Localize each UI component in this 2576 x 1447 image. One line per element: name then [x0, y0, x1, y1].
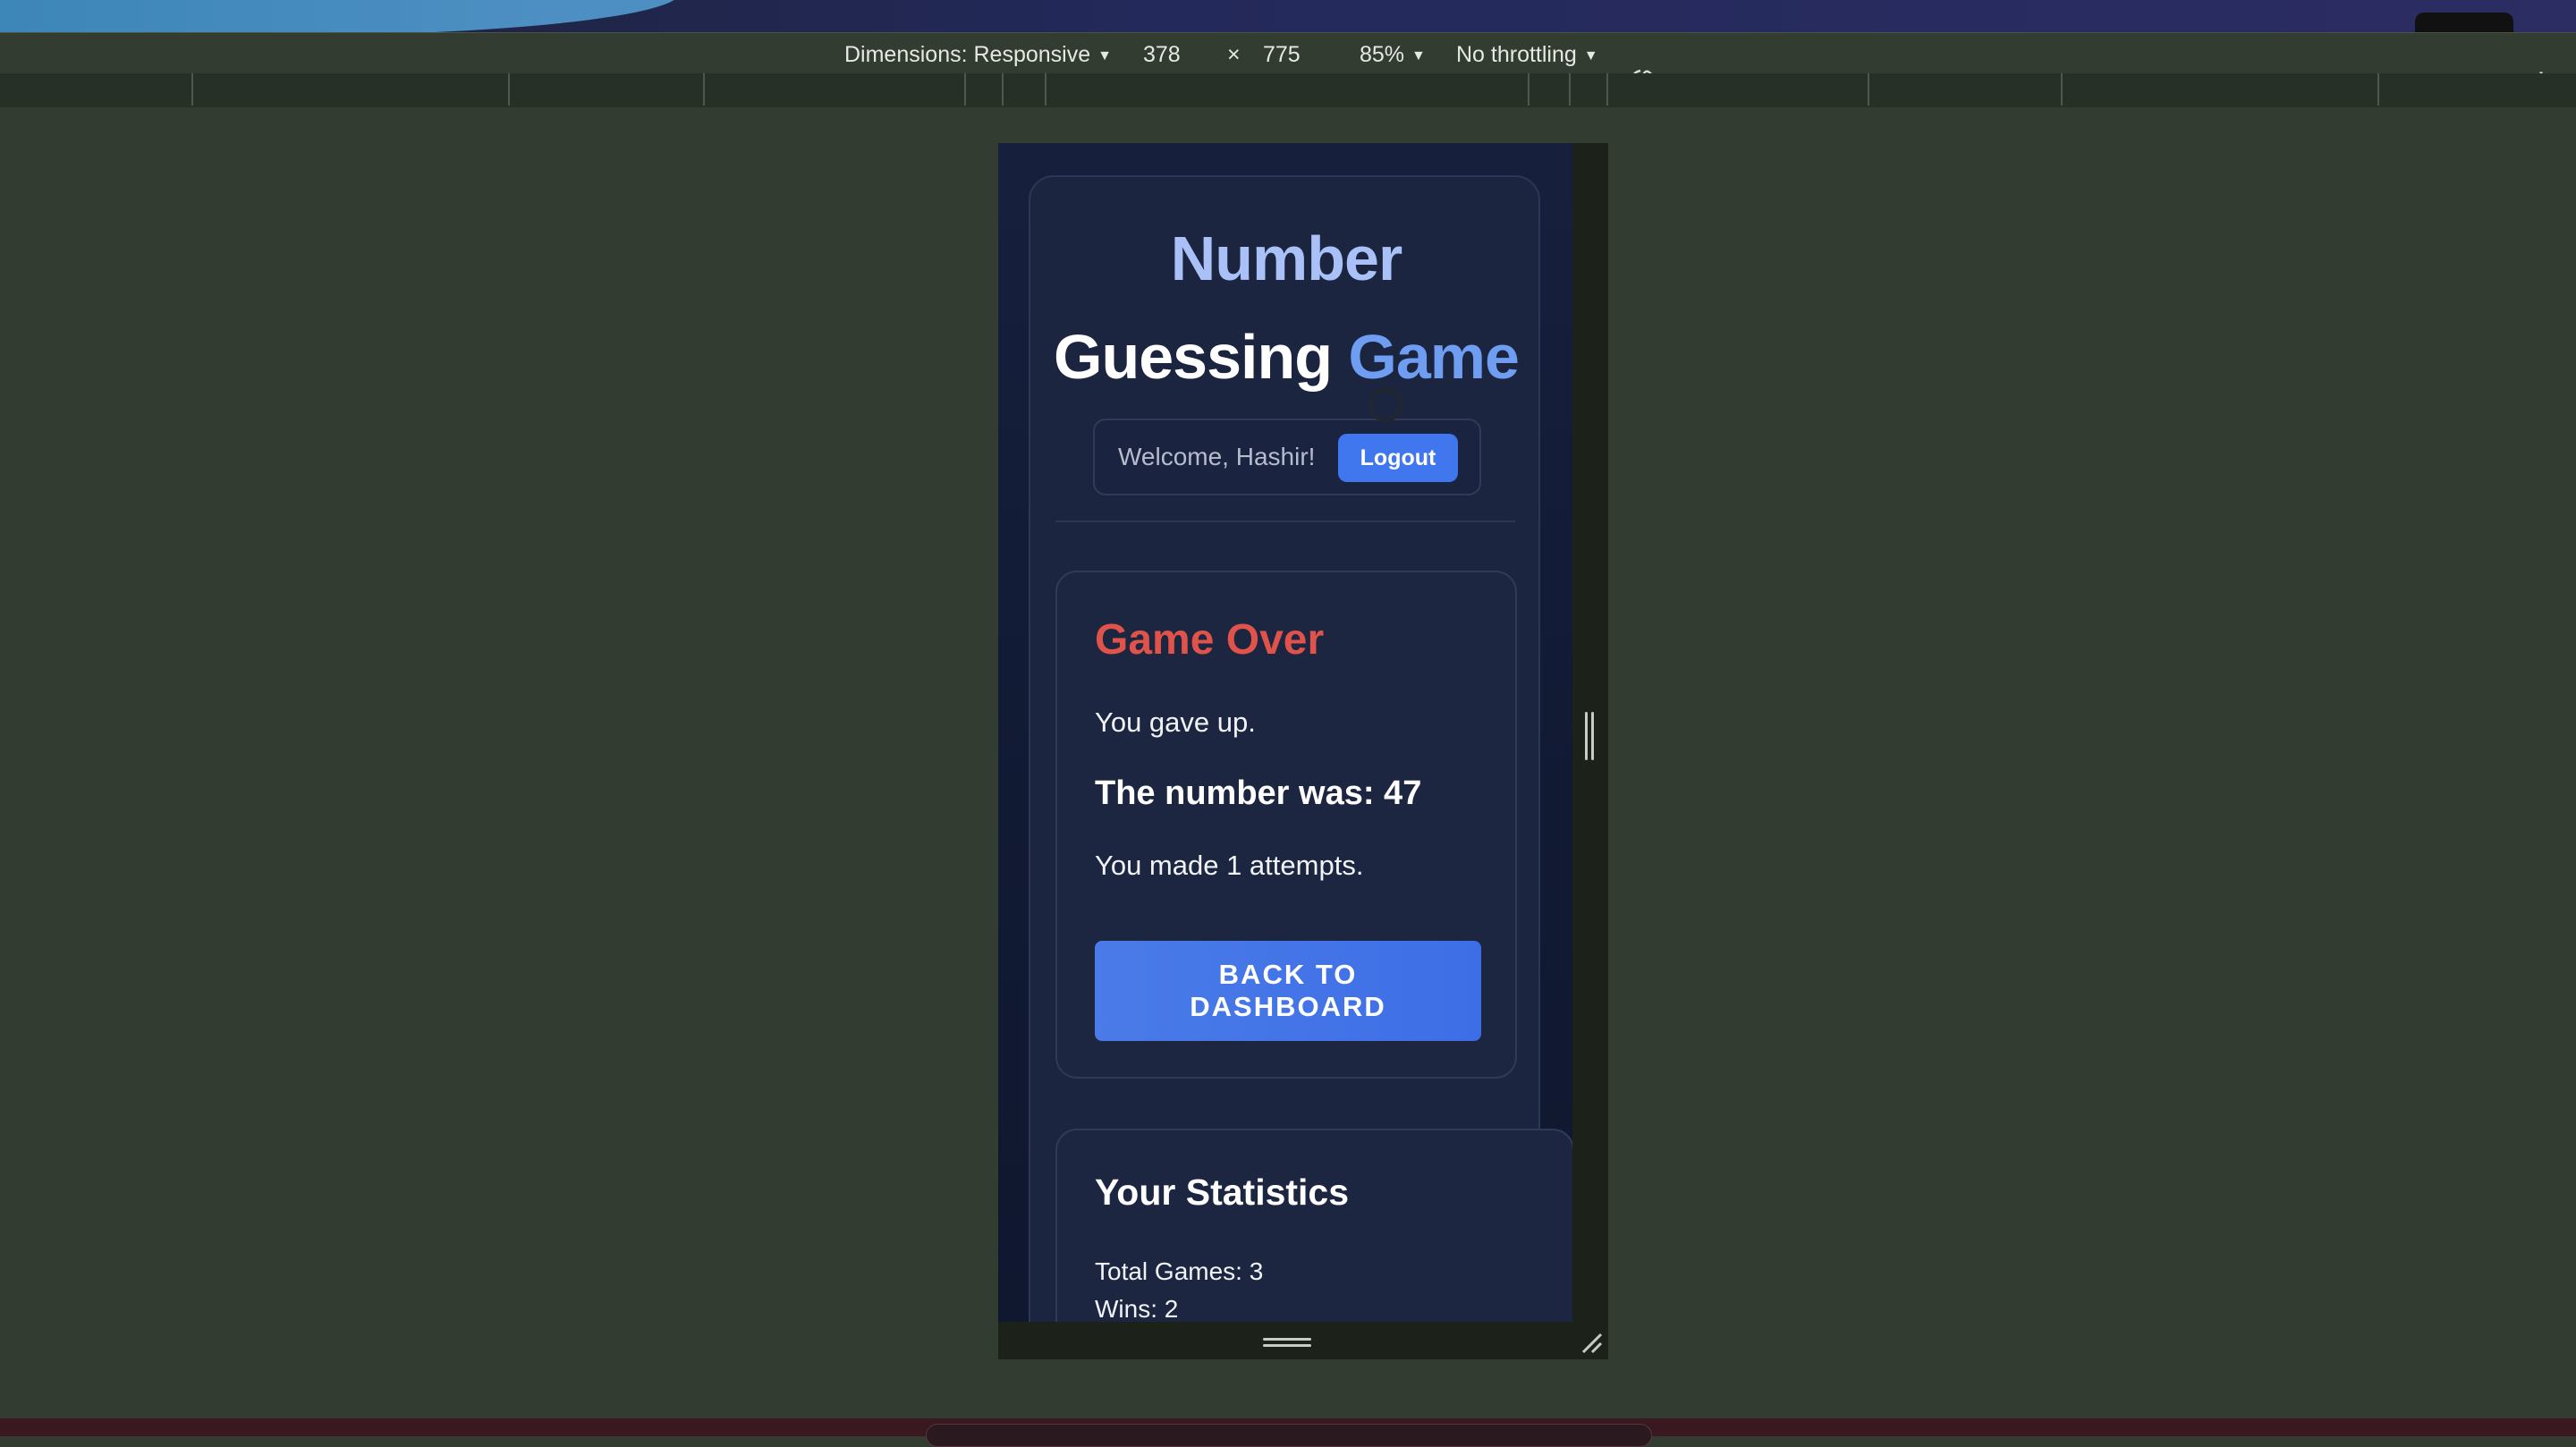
desktop-wallpaper	[0, 0, 680, 36]
ruler-tick	[1569, 73, 1571, 106]
chevron-down-icon: ▼	[1097, 48, 1112, 63]
statistics-panel: Your Statistics Total Games: 3 Wins: 2	[1055, 1129, 1572, 1322]
page-title: Number Guessing Game	[1030, 209, 1542, 406]
dimensions-label: Dimensions: Responsive	[844, 42, 1091, 67]
throttling-dropdown[interactable]: No throttling ▼	[1456, 37, 1598, 72]
ruler-tick	[2061, 73, 2063, 106]
ruler-tick	[1045, 73, 1046, 106]
game-over-heading: Game Over	[1095, 616, 1325, 664]
title-word-game: Game	[1348, 322, 1520, 392]
dimensions-dropdown[interactable]: Dimensions: Responsive ▼	[844, 37, 1112, 72]
secret-number-text: The number was: 47	[1095, 774, 1422, 812]
resize-handle-bottom[interactable]	[1263, 1338, 1311, 1350]
dock	[926, 1424, 1652, 1447]
statistics-heading: Your Statistics	[1095, 1172, 1350, 1213]
zoom-dropdown[interactable]: 85% ▼	[1360, 37, 1426, 72]
device-toolbar: Dimensions: Responsive ▼ 378 × 775 85% ▼ N…	[0, 32, 2576, 97]
welcome-text: Welcome, Hashir!	[1118, 443, 1316, 470]
user-info-box: Welcome, Hashir! Logout	[1093, 419, 1481, 495]
width-input[interactable]: 378	[1143, 37, 1181, 72]
ruler-tick	[1868, 73, 1869, 106]
attempts-text: You made 1 attempts.	[1095, 850, 1364, 881]
ruler-tick	[703, 73, 705, 106]
ruler-tick	[1606, 73, 1608, 106]
os-top-bar	[0, 0, 2576, 36]
throttling-label: No throttling	[1456, 42, 1577, 67]
total-games-text: Total Games: 3	[1095, 1257, 1264, 1285]
os-dock-area	[0, 1418, 2576, 1447]
main-card: Number Guessing Game Welcome, Hashir! Lo…	[1029, 175, 1572, 1322]
resize-handle-right[interactable]	[1585, 712, 1597, 760]
logout-button[interactable]: Logout	[1338, 434, 1458, 482]
zoom-label: 85%	[1360, 42, 1405, 67]
gave-up-text: You gave up.	[1095, 707, 1256, 738]
emulated-device: Number Guessing Game Welcome, Hashir! Lo…	[998, 143, 1608, 1359]
ruler-tick	[508, 73, 510, 106]
ruler-tick	[1002, 73, 1004, 106]
resize-corner-icon[interactable]	[1580, 1331, 1603, 1354]
ruler-tick	[2377, 73, 2379, 106]
app-screen: Number Guessing Game Welcome, Hashir! Lo…	[998, 143, 1572, 1322]
times-symbol: ×	[1227, 42, 1241, 67]
title-word-number: Number	[1170, 224, 1402, 293]
title-word-guessing: Guessing	[1054, 322, 1333, 392]
ruler-tick	[1528, 73, 1530, 106]
game-over-panel: Game Over You gave up. The number was: 4…	[1055, 571, 1517, 1079]
chevron-down-icon: ▼	[1583, 48, 1598, 63]
wins-text: Wins: 2	[1095, 1295, 1179, 1322]
window-tab	[2415, 13, 2513, 32]
back-to-dashboard-button[interactable]: BACK TO DASHBOARD	[1095, 941, 1481, 1041]
ruler-tick	[191, 73, 193, 106]
header-divider	[1055, 520, 1515, 522]
height-input[interactable]: 775	[1263, 37, 1301, 72]
chevron-down-icon: ▼	[1411, 48, 1426, 63]
media-query-ruler	[0, 73, 2576, 108]
touch-cursor-icon	[1368, 388, 1402, 422]
ruler-tick	[964, 73, 966, 106]
